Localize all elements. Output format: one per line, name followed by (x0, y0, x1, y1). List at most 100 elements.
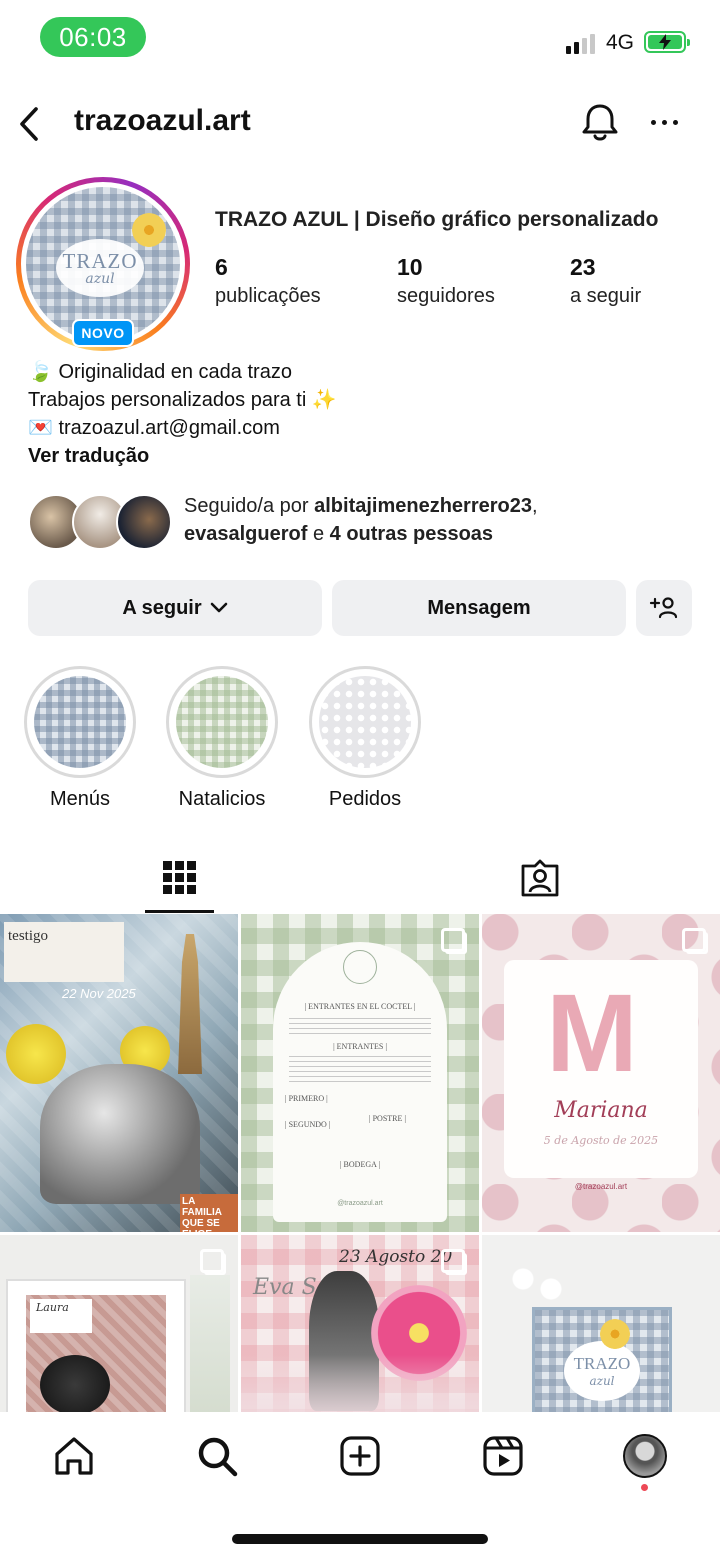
highlight-cover (319, 676, 411, 768)
post2-section: | PRIMERO | (285, 1094, 328, 1103)
post1-tag: LA FAMILIA QUE SE ELIGE (180, 1194, 238, 1232)
stat-following[interactable]: 23 a seguir (570, 254, 641, 308)
post3-name: Mariana (554, 1098, 648, 1123)
post6-logo-sub: azul (589, 1374, 615, 1388)
nav-search[interactable] (193, 1432, 241, 1480)
carousel-icon (682, 928, 706, 952)
highlight-menus[interactable]: Menús (24, 666, 136, 811)
post3-letter: M (546, 972, 638, 1095)
post2-section: | ENTRANTES | (333, 1042, 387, 1051)
profile-username: trazoazul.art (74, 104, 251, 137)
post-thumbnail[interactable]: | ENTRANTES EN EL COCTEL | | ENTRANTES |… (241, 914, 479, 1232)
chevron-down-icon (210, 602, 227, 613)
bio-line-1: Originalidad en cada trazo (58, 361, 292, 383)
mutual-avatar-3 (116, 494, 172, 550)
back-button[interactable] (18, 102, 52, 146)
post-thumbnail[interactable]: TRAZO azul (482, 1235, 720, 1412)
highlight-label: Menús (49, 788, 111, 810)
home-icon (55, 1437, 93, 1475)
chevron-left-icon (20, 107, 38, 141)
post2-section: | SEGUNDO | (285, 1120, 331, 1129)
post6-logo: TRAZO (573, 1354, 631, 1373)
tab-tagged[interactable] (360, 842, 720, 914)
network-type: 4G (606, 31, 635, 54)
following-button-label: A seguir (122, 596, 202, 619)
nav-home[interactable] (50, 1432, 98, 1480)
stat-posts[interactable]: 6 publicações (215, 254, 321, 308)
post-thumbnail[interactable]: M Mariana 5 de Agosto de 2025 @trazoazul… (482, 914, 720, 1232)
post1-title: testigo (8, 928, 48, 944)
nav-profile[interactable] (621, 1432, 669, 1480)
bio-email-link[interactable]: trazoazul.art@gmail.com (58, 414, 279, 442)
profile-header: trazoazul.art (0, 96, 720, 152)
post4-name: Laura (36, 1301, 69, 1314)
post5-date: 23 Agosto 20 (339, 1247, 453, 1267)
sparkles-emoji: ✨ (311, 389, 337, 411)
reels-icon (483, 1436, 523, 1476)
highlight-cover (34, 676, 126, 768)
highlight-label: Natalicios (178, 788, 266, 810)
bio-line-2: Trabajos personalizados para ti (28, 389, 307, 411)
stat-posts-label: publicações (215, 285, 321, 307)
profile-avatar-icon (623, 1434, 667, 1478)
post-thumbnail[interactable]: Laura (0, 1235, 238, 1412)
post3-date: 5 de Agosto de 2025 (543, 1134, 659, 1147)
tagged-person-icon (521, 859, 559, 897)
post2-section: | BODEGA | (339, 1160, 381, 1169)
post2-footer: @trazoazul.art (337, 1200, 383, 1207)
plus-square-icon (340, 1436, 380, 1476)
post-thumbnail[interactable]: 23 Agosto 20 Eva S.F (241, 1235, 479, 1412)
message-button-label: Mensagem (427, 596, 531, 619)
more-options-button[interactable] (644, 100, 684, 144)
profile-bio: 🍃 Originalidad en cada trazo Trabajos pe… (28, 358, 698, 470)
home-indicator[interactable] (232, 1534, 488, 1544)
post2-section: | POSTRE | (369, 1114, 406, 1123)
love-letter-emoji: 💌 (28, 417, 53, 439)
flower-decoration (132, 213, 166, 247)
search-icon (198, 1437, 238, 1477)
highlight-cover (176, 676, 268, 768)
stat-followers-label: seguidores (397, 285, 495, 307)
stat-followers[interactable]: 10 seguidores (397, 254, 495, 308)
display-name: TRAZO AZUL | Diseño gráfico personalizad… (215, 208, 659, 231)
highlight-pedidos[interactable]: Pedidos (309, 666, 421, 811)
stat-followers-count: 10 (397, 254, 423, 280)
carousel-icon (441, 928, 465, 952)
add-person-icon (649, 597, 678, 619)
carousel-icon (200, 1249, 224, 1273)
nav-create[interactable] (336, 1432, 384, 1480)
see-translation-link[interactable]: Ver tradução (28, 442, 149, 470)
avatar-logo: TRAZO azul (56, 239, 144, 297)
new-badge: NOVO (72, 319, 134, 347)
mutual-avatars (28, 494, 178, 550)
content-tabs (0, 842, 720, 914)
stat-following-count: 23 (570, 254, 596, 280)
signal-strength-icon (566, 32, 595, 54)
status-time: 06:03 (40, 17, 146, 57)
following-button[interactable]: A seguir (28, 580, 322, 636)
posts-grid: testigo 22 Nov 2025 LA FAMILIA QUE SE EL… (0, 914, 720, 1412)
avatar-image: TRAZO azul (26, 187, 180, 341)
highlight-label: Pedidos (328, 788, 402, 810)
post-thumbnail[interactable]: testigo 22 Nov 2025 LA FAMILIA QUE SE EL… (0, 914, 238, 1232)
status-bar: 06:03 4G (0, 0, 720, 80)
nav-reels[interactable] (479, 1432, 527, 1480)
stat-following-label: a seguir (570, 285, 642, 307)
active-tab-indicator (145, 910, 214, 913)
message-button[interactable]: Mensagem (332, 580, 626, 636)
stat-posts-count: 6 (215, 254, 228, 280)
post1-date: 22 Nov 2025 (62, 986, 136, 1001)
leaf-emoji: 🍃 (28, 361, 53, 383)
highlight-natalicios[interactable]: Natalicios (166, 666, 278, 811)
post3-footer: @trazoazul.art (574, 1182, 628, 1191)
tab-grid[interactable] (0, 842, 360, 914)
followed-by[interactable]: Seguido/a por albitajimenezherrero23, ev… (28, 492, 698, 552)
notifications-button[interactable] (578, 100, 622, 144)
battery-charging-icon (644, 31, 690, 53)
carousel-icon (441, 1249, 465, 1273)
avatar-logo-bottom: azul (85, 271, 115, 287)
followed-by-text: Seguido/a por albitajimenezherrero23, ev… (184, 495, 538, 545)
bell-icon (582, 104, 618, 141)
notification-dot (641, 1484, 648, 1491)
add-user-button[interactable] (636, 580, 692, 636)
